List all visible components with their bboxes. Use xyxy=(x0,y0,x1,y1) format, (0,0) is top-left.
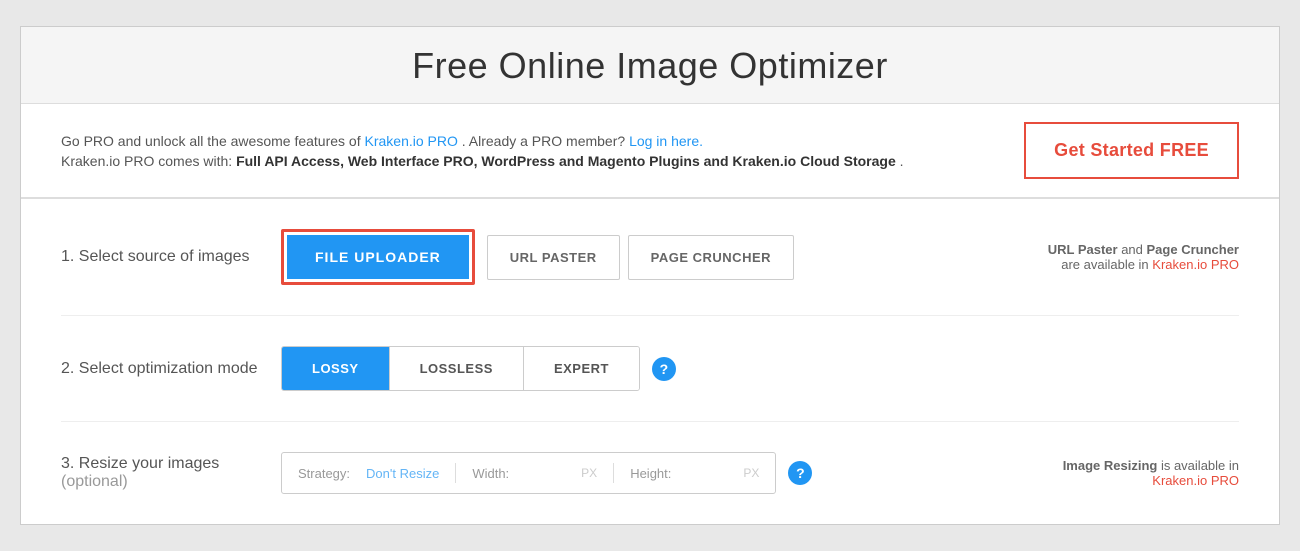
strategy-label: Strategy: xyxy=(298,466,350,481)
page-container: Free Online Image Optimizer Go PRO and u… xyxy=(20,26,1280,525)
width-input[interactable] xyxy=(515,466,575,481)
section2-row: 2. Select optimization mode LOSSY LOSSLE… xyxy=(61,316,1239,422)
file-uploader-button[interactable]: FILE UPLOADER xyxy=(287,235,469,279)
resize-help-icon[interactable]: ? xyxy=(788,461,812,485)
source-tabs: FILE UPLOADER URL PASTER PAGE CRUNCHER xyxy=(281,229,794,285)
resize-separator1 xyxy=(455,463,456,483)
promo-prefix: Go PRO and unlock all the awesome featur… xyxy=(61,133,365,149)
promo-line2-prefix: Kraken.io PRO comes with: xyxy=(61,153,236,169)
resize-controls-group: Strategy: Don't Resize Width: PX Height:… xyxy=(281,452,776,494)
section1-controls: FILE UPLOADER URL PASTER PAGE CRUNCHER xyxy=(281,229,1048,285)
section3-pro-link[interactable]: Kraken.io PRO xyxy=(1152,473,1239,488)
get-started-button[interactable]: Get Started FREE xyxy=(1024,122,1239,179)
height-field: Height: PX xyxy=(630,466,759,481)
section3-controls: Strategy: Don't Resize Width: PX Height:… xyxy=(281,452,1063,494)
promo-line1: Go PRO and unlock all the awesome featur… xyxy=(61,133,1024,149)
expert-tab[interactable]: EXPERT xyxy=(524,347,639,390)
section3-label: 3. Resize your images (optional) xyxy=(61,455,281,491)
width-unit: PX xyxy=(581,466,597,480)
image-resizing-text: Image Resizing xyxy=(1063,458,1158,473)
header: Free Online Image Optimizer xyxy=(21,27,1279,104)
page-title: Free Online Image Optimizer xyxy=(21,45,1279,87)
promo-line2: Kraken.io PRO comes with: Full API Acces… xyxy=(61,153,1024,169)
pro-note-url-paster: URL Paster xyxy=(1048,242,1118,257)
section3-optional: (optional) xyxy=(61,473,128,490)
lossless-tab[interactable]: LOSSLESS xyxy=(390,347,524,390)
page-cruncher-button[interactable]: PAGE CRUNCHER xyxy=(628,235,794,280)
width-field: Width: PX xyxy=(472,466,597,481)
promo-middle: . Already a PRO member? xyxy=(462,133,625,149)
promo-suffix: . xyxy=(900,153,904,169)
url-paster-button[interactable]: URL PASTER xyxy=(487,235,620,280)
section3-pro-note: Image Resizing is available in Kraken.io… xyxy=(1063,458,1239,488)
resize-separator2 xyxy=(613,463,614,483)
height-unit: PX xyxy=(743,466,759,480)
section3-row: 3. Resize your images (optional) Strateg… xyxy=(61,422,1239,524)
section1-row: 1. Select source of images FILE UPLOADER… xyxy=(61,199,1239,316)
promo-features: Full API Access, Web Interface PRO, Word… xyxy=(236,153,896,169)
strategy-value: Don't Resize xyxy=(366,466,439,481)
promo-bar: Go PRO and unlock all the awesome featur… xyxy=(21,104,1279,199)
main-content: 1. Select source of images FILE UPLOADER… xyxy=(21,199,1279,524)
promo-text: Go PRO and unlock all the awesome featur… xyxy=(61,133,1024,169)
pro-note-page-cruncher: Page Cruncher xyxy=(1147,242,1239,257)
file-uploader-wrapper: FILE UPLOADER xyxy=(281,229,475,285)
login-link[interactable]: Log in here. xyxy=(629,133,703,149)
width-label: Width: xyxy=(472,466,509,481)
optimization-help-icon[interactable]: ? xyxy=(652,357,676,381)
section1-pro-link[interactable]: Kraken.io PRO xyxy=(1152,257,1239,272)
height-input[interactable] xyxy=(677,466,737,481)
section1-label: 1. Select source of images xyxy=(61,248,281,266)
optimization-tab-group: LOSSY LOSSLESS EXPERT xyxy=(281,346,640,391)
lossy-tab[interactable]: LOSSY xyxy=(282,347,390,390)
height-label: Height: xyxy=(630,466,671,481)
kraken-pro-link1[interactable]: Kraken.io PRO xyxy=(365,133,458,149)
section1-pro-note: URL Paster and Page Cruncher are availab… xyxy=(1048,242,1239,272)
section2-label: 2. Select optimization mode xyxy=(61,360,281,378)
section2-controls: LOSSY LOSSLESS EXPERT ? xyxy=(281,346,1239,391)
